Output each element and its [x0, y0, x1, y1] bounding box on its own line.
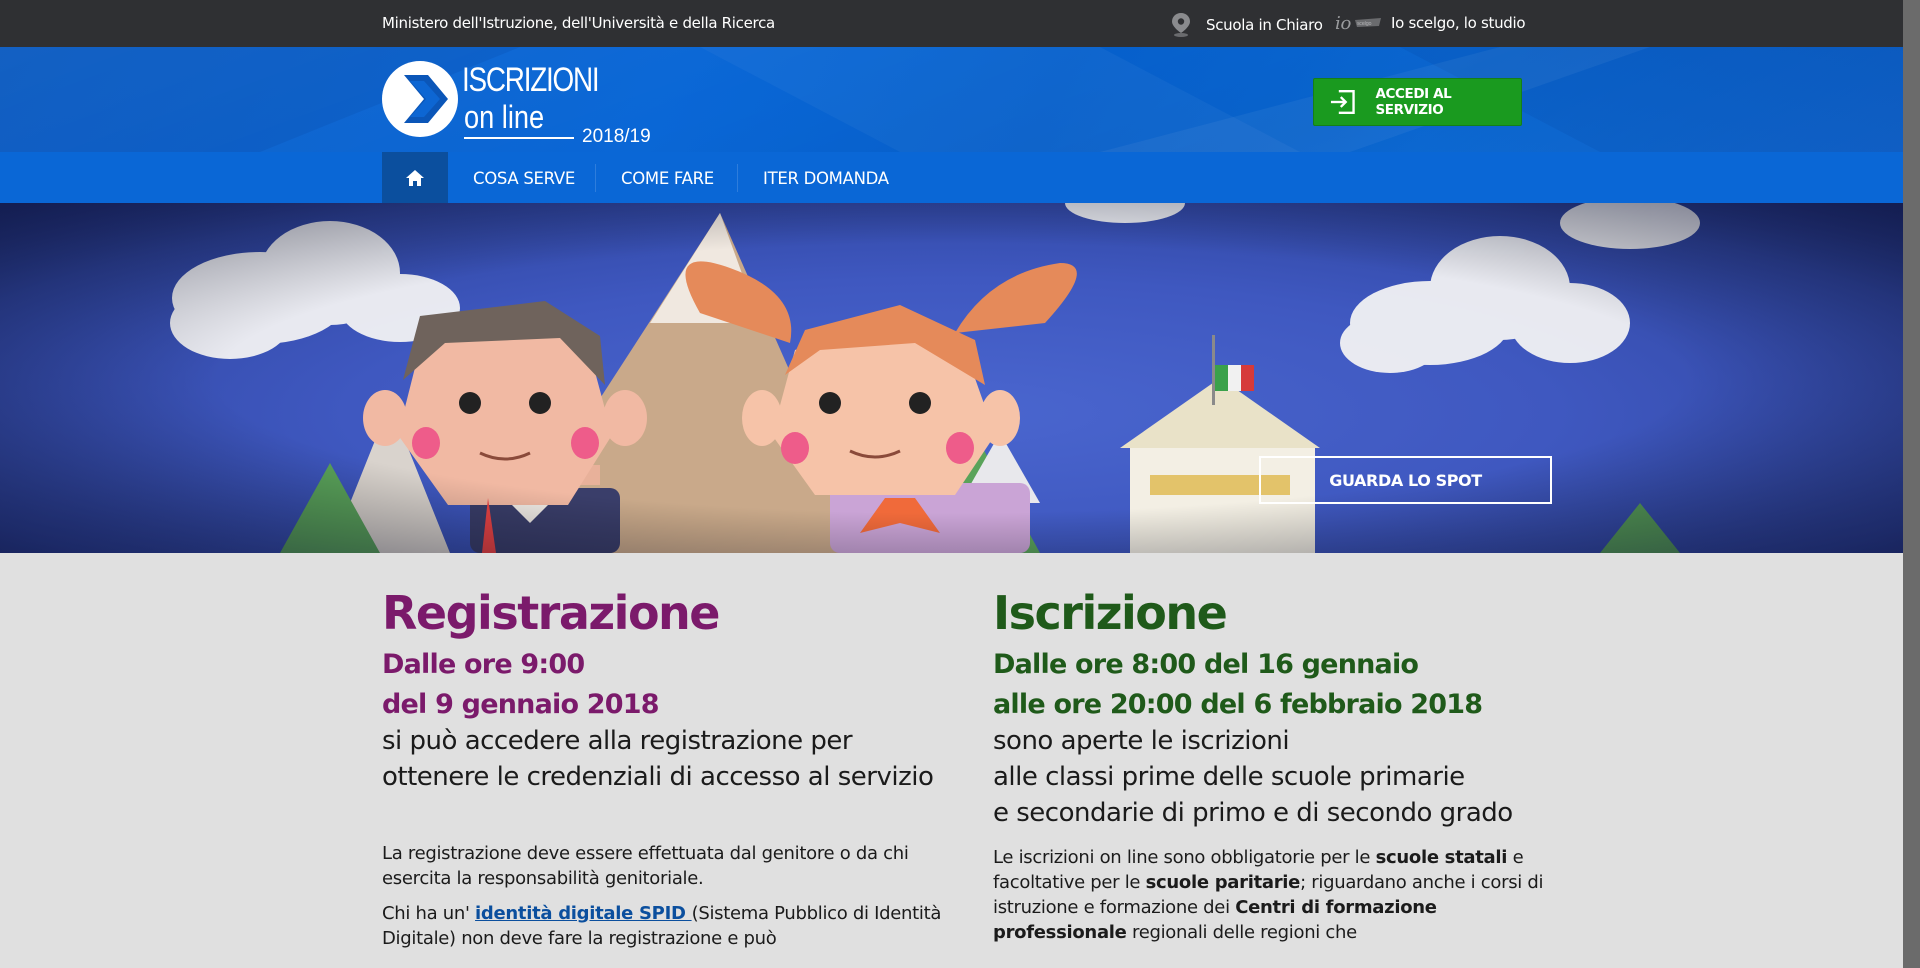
- io-scelgo-logo-icon: io scelgo: [1335, 13, 1381, 34]
- nav-iter-domanda[interactable]: ITER DOMANDA: [763, 169, 889, 188]
- iscrizione-section: Iscrizione Dalle ore 8:00 del 16 gennaio…: [993, 585, 1553, 945]
- registrazione-lead1: si può accedere alla registrazione per: [382, 726, 853, 756]
- spid-paragraph: Chi ha un' identità digitale SPID (Siste…: [382, 903, 942, 949]
- nav-cosa-serve[interactable]: COSA SERVE: [473, 169, 575, 188]
- logo-subtitle: on line: [464, 99, 545, 135]
- top-bar: Ministero dell'Istruzione, dell'Universi…: [0, 0, 1903, 47]
- guarda-lo-spot-button[interactable]: GUARDA LO SPOT: [1259, 456, 1552, 504]
- hero-banner: [0, 203, 1903, 553]
- iscrizione-lead3: e secondarie di primo e di secondo grado: [993, 798, 1513, 828]
- scuola-in-chiaro-link[interactable]: Scuola in Chiaro: [1170, 12, 1323, 38]
- nav-home[interactable]: [382, 152, 448, 203]
- hero-illustration: [0, 203, 1903, 553]
- main-nav: COSA SERVE COME FARE ITER DOMANDA: [0, 152, 1903, 203]
- iscrizione-paragraph: Le iscrizioni on line sono obbligatorie …: [993, 847, 1544, 943]
- logo-year: 2018/19: [582, 126, 651, 147]
- logo-circle: [382, 61, 458, 137]
- iscrizioni-online-logo[interactable]: ISCRIZIONI on line 2018/19: [382, 61, 682, 147]
- accedi-al-servizio-button[interactable]: ACCEDI AL SERVIZIO: [1313, 78, 1522, 126]
- scuola-in-chiaro-label: Scuola in Chiaro: [1206, 16, 1323, 34]
- accedi-label: ACCEDI AL SERVIZIO: [1375, 86, 1452, 118]
- svg-text:io: io: [1335, 13, 1351, 34]
- iscrizione-date2: alle ore 20:00 del 6 febbraio 2018: [993, 689, 1483, 720]
- registrazione-paragraph: La registrazione deve essere effettuata …: [382, 843, 909, 889]
- spid-link[interactable]: identità digitale SPID: [475, 903, 692, 924]
- header: ISCRIZIONI on line 2018/19: [0, 47, 1903, 152]
- registrazione-lead2: ottenere le credenziali di accesso al se…: [382, 762, 934, 792]
- svg-text:scelgo: scelgo: [1357, 21, 1371, 27]
- registrazione-section: Registrazione Dalle ore 9:00 del 9 genna…: [382, 585, 942, 951]
- io-scelgo-link[interactable]: io scelgo Io scelgo, lo studio: [1335, 12, 1526, 34]
- header-pattern: [0, 47, 1903, 152]
- iscrizione-date1: Dalle ore 8:00 del 16 gennaio: [993, 649, 1419, 680]
- iscrizione-lead1: sono aperte le iscrizioni: [993, 726, 1290, 756]
- home-icon: [406, 169, 424, 186]
- nav-come-fare[interactable]: COME FARE: [621, 169, 714, 188]
- ministero-link[interactable]: Ministero dell'Istruzione, dell'Universi…: [382, 14, 775, 32]
- map-pin-icon: [1172, 13, 1190, 37]
- page: Ministero dell'Istruzione, dell'Universi…: [0, 0, 1903, 968]
- registrazione-date2: del 9 gennaio 2018: [382, 689, 660, 720]
- registrazione-title: Registrazione: [382, 586, 721, 640]
- login-icon: [1330, 90, 1355, 114]
- io-scelgo-label: Io scelgo, lo studio: [1391, 14, 1526, 32]
- chevron-right-icon: [404, 75, 448, 123]
- registrazione-date1: Dalle ore 9:00: [382, 649, 585, 680]
- logo-title: ISCRIZIONI: [462, 61, 600, 99]
- iscrizione-lead2: alle classi prime delle scuole primarie: [993, 762, 1465, 792]
- iscrizione-title: Iscrizione: [993, 586, 1228, 640]
- vertical-scrollbar[interactable]: [1903, 0, 1920, 968]
